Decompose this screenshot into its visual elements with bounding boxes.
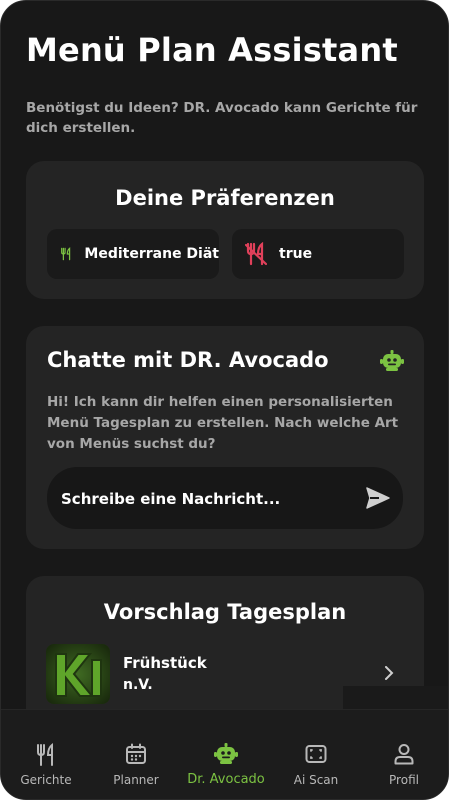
chevron-right-icon xyxy=(385,666,394,680)
meal-name: Frühstück xyxy=(123,654,207,672)
nav-item-planner[interactable]: Planner xyxy=(91,710,181,799)
preference-chip-restriction[interactable]: true xyxy=(232,229,404,279)
no-food-icon xyxy=(245,242,267,266)
bot-icon xyxy=(380,350,404,371)
page-title: Menü Plan Assistant xyxy=(26,31,398,69)
meal-value: n.V. xyxy=(123,677,153,693)
meal-thumbnail xyxy=(46,644,110,704)
message-input[interactable] xyxy=(59,467,353,531)
fork-knife-icon xyxy=(37,743,53,766)
nav-label: Dr. Avocado xyxy=(187,772,265,787)
bottom-navigation: Gerichte Planner Dr. Avocado Ai Scan Pro… xyxy=(1,709,448,799)
preference-chip-diet[interactable]: Mediterrane Diät xyxy=(47,229,219,279)
nav-item-ai-scan[interactable]: Ai Scan xyxy=(271,710,361,799)
chat-message: Hi! Ich kann dir helfen einen personalis… xyxy=(47,394,399,452)
fork-knife-icon xyxy=(61,247,71,261)
nav-label: Profil xyxy=(389,773,419,787)
chat-card: Chatte mit DR. Avocado Hi! Ich kann dir … xyxy=(26,326,424,549)
preference-chip-label: true xyxy=(279,246,313,262)
nav-label: Ai Scan xyxy=(293,773,339,787)
chat-title: Chatte mit DR. Avocado xyxy=(47,348,329,372)
app-screen: Menü Plan Assistant Benötigst du Ideen? … xyxy=(0,0,449,800)
nav-item-dr-avocado[interactable]: Dr. Avocado xyxy=(181,710,271,799)
calendar-icon xyxy=(126,743,146,764)
nav-item-profil[interactable]: Profil xyxy=(359,710,448,799)
plan-title: Vorschlag Tagesplan xyxy=(103,600,347,624)
nav-item-gerichte[interactable]: Gerichte xyxy=(1,710,91,799)
person-icon xyxy=(394,744,414,765)
preference-chip-label: Mediterrane Diät xyxy=(84,246,219,262)
nav-label: Planner xyxy=(113,773,159,787)
scan-icon xyxy=(305,745,327,763)
preferences-title: Deine Präferenzen xyxy=(115,186,335,210)
preferences-card: Deine Präferenzen Mediterrane Diät true xyxy=(26,161,424,299)
page-subtitle: Benötigst du Ideen? DR. Avocado kann Ger… xyxy=(26,100,418,136)
send-icon[interactable] xyxy=(365,486,391,510)
bot-icon xyxy=(214,743,238,764)
nav-label: Gerichte xyxy=(20,773,72,787)
message-input-box xyxy=(47,467,403,531)
overlay-block xyxy=(343,686,448,709)
